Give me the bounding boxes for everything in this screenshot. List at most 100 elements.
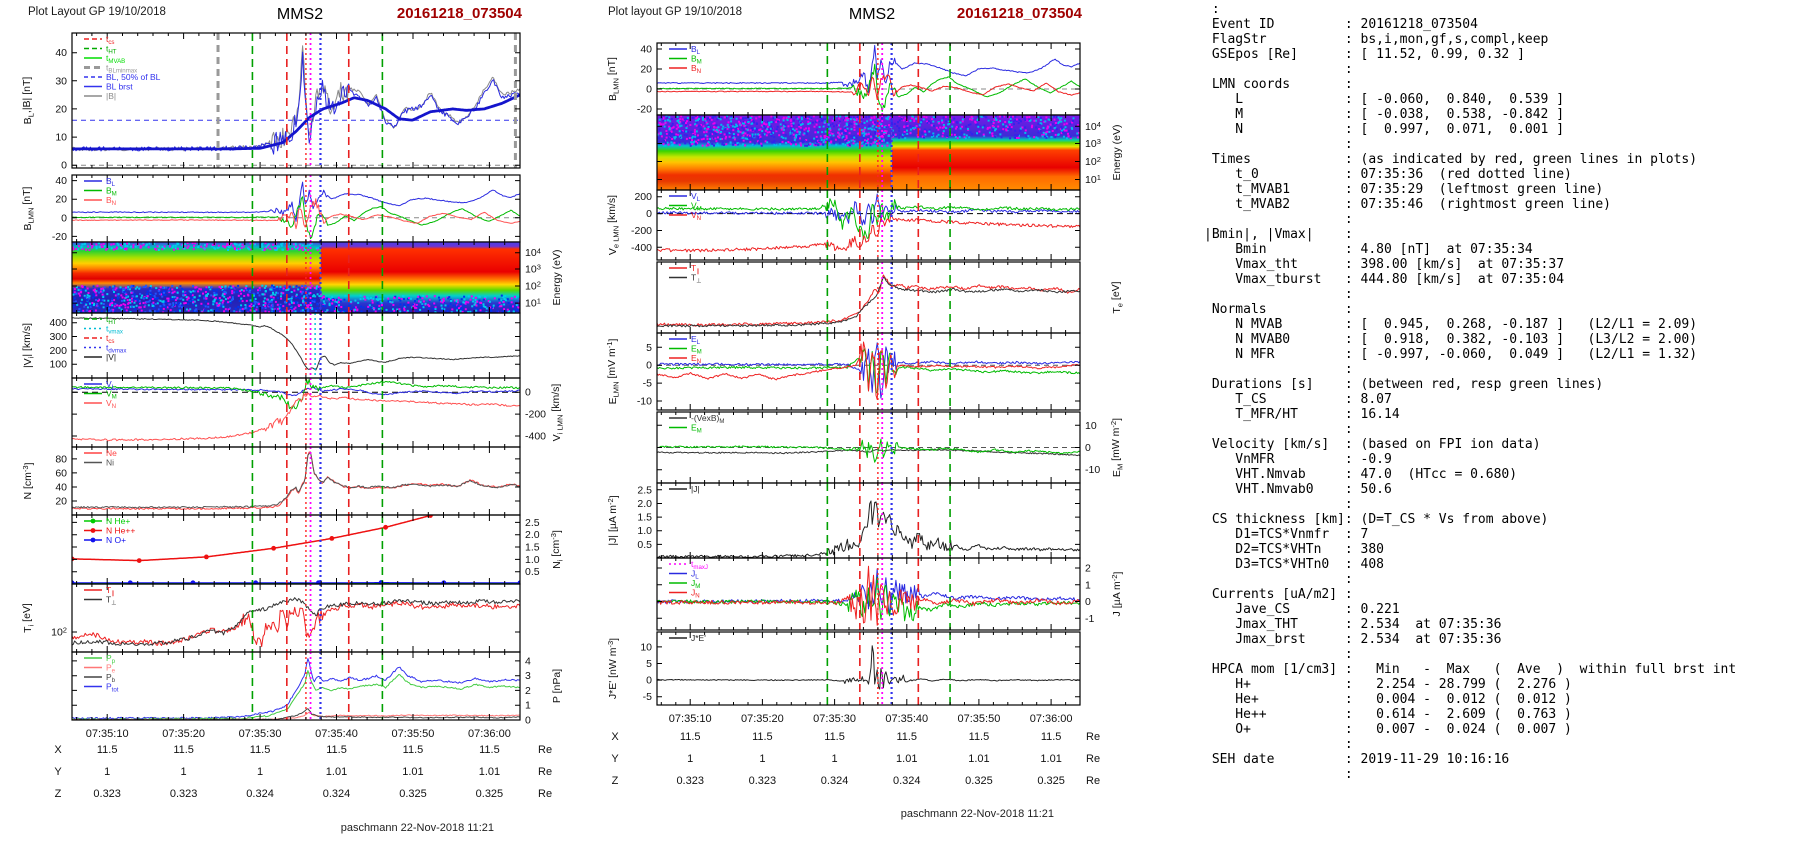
legend-label: |B| xyxy=(106,91,116,101)
ytick-label: 104 xyxy=(525,246,541,259)
series-Vmag xyxy=(72,317,520,371)
ytick-label: 0 xyxy=(525,715,531,727)
ephem-value: 1.01 xyxy=(479,766,500,778)
ytick-label: 0 xyxy=(1085,442,1091,454)
ytick-label: 2.5 xyxy=(525,517,540,529)
axis-label: Energy (eV) xyxy=(551,249,563,305)
ephem-value: 1 xyxy=(832,753,838,765)
legend-label: BL, 50% of BL xyxy=(106,72,161,82)
ephem-value: 0.324 xyxy=(821,775,849,787)
legend-label: BL brst xyxy=(106,82,133,92)
ephem-row-label: Y xyxy=(611,753,619,765)
ytick-label: 1.0 xyxy=(637,525,652,537)
axis-label: EM [mW m-2] xyxy=(1109,418,1124,477)
ytick-label: -200 xyxy=(525,409,546,421)
series-Ti-perp xyxy=(72,597,520,646)
ytick-label: 1.5 xyxy=(525,542,540,554)
panel-electron-spectrogram xyxy=(657,115,1080,190)
ytick-label: 0 xyxy=(1085,596,1091,608)
series-Ptot xyxy=(72,658,520,720)
ytick-label: 101 xyxy=(525,297,541,310)
ytick-label: 2.0 xyxy=(525,529,540,541)
series-Babs xyxy=(72,45,520,152)
ephem-value: 11.5 xyxy=(680,731,701,743)
panel-Vi-mag xyxy=(72,313,520,378)
credit-line: paschmann 22-Nov-2018 11:21 xyxy=(341,822,494,834)
ytick-label: 20 xyxy=(55,194,67,206)
ytick-label: 20 xyxy=(55,103,67,115)
axis-label: P [nPa] xyxy=(551,669,563,703)
time-tick-label: 07:35:10 xyxy=(86,728,129,740)
ephem-value: 11.5 xyxy=(752,731,773,743)
series-Jmag xyxy=(657,500,1080,558)
legend-label: N O+ xyxy=(106,535,126,545)
axis-label: J*E' [nW m-3] xyxy=(606,638,620,699)
ephem-unit: Re xyxy=(538,766,552,778)
time-tick-label: 07:36:00 xyxy=(468,728,511,740)
ytick-label: 1.0 xyxy=(525,554,540,566)
series-VN xyxy=(72,392,520,442)
series-JE xyxy=(657,645,1080,690)
ytick-label: -400 xyxy=(525,431,546,443)
panel-JdotE xyxy=(657,632,1080,705)
ephem-row-label: Z xyxy=(55,788,62,800)
ytick-label: 40 xyxy=(55,481,67,493)
time-tick-label: 07:35:40 xyxy=(315,728,358,740)
panel-J-LMN xyxy=(657,558,1080,630)
ytick-label: -10 xyxy=(637,396,652,408)
time-tick-label: 07:35:40 xyxy=(885,713,928,725)
ytick-label: 103 xyxy=(525,263,541,276)
ytick-label: 40 xyxy=(55,175,67,187)
ytick-label: 5 xyxy=(646,658,652,670)
series-VL xyxy=(72,386,520,397)
ephem-value: 11.5 xyxy=(896,731,917,743)
ytick-label: 80 xyxy=(55,453,67,465)
ephem-value: 0.323 xyxy=(170,788,198,800)
series-BM xyxy=(657,63,1080,112)
panel-Ti xyxy=(72,584,520,652)
event-info-panel: : Event ID : 20161218_073504 FlagStr : b… xyxy=(1204,2,1737,782)
series-N-He++ xyxy=(72,515,437,562)
ephem-value: 11.5 xyxy=(403,744,424,756)
ephem-unit: Re xyxy=(538,788,552,800)
ytick-label: 1 xyxy=(525,700,531,712)
ephem-value: 1 xyxy=(687,753,693,765)
ytick-label: 10 xyxy=(640,641,652,653)
axis-label: Energy (eV) xyxy=(1111,124,1123,180)
time-tick-label: 07:35:10 xyxy=(669,713,712,725)
panel-J-mag xyxy=(657,483,1080,558)
ephem-value: 0.323 xyxy=(749,775,777,787)
series-Te-par xyxy=(657,274,1080,327)
panel-N-density xyxy=(72,447,520,515)
legend-label: EM xyxy=(691,423,702,435)
panel-B-LMN xyxy=(72,175,520,242)
legend-label: N He+ xyxy=(106,516,130,526)
axis-label: Vi LMN [km/s] xyxy=(550,384,564,442)
legend-label: J*E' xyxy=(691,633,706,643)
ytick-label: 40 xyxy=(640,44,652,56)
panel-B-LMN xyxy=(657,43,1080,115)
ephem-value: 11.5 xyxy=(97,744,118,756)
ytick-label: 2 xyxy=(525,685,531,697)
axis-label: Ni [cm-3] xyxy=(549,530,564,569)
ytick-label: 0.5 xyxy=(637,539,652,551)
ephem-value: 0.325 xyxy=(1037,775,1065,787)
ephem-value: 0.325 xyxy=(476,788,504,800)
axis-label: BL,|B| [nT] xyxy=(21,77,35,125)
series-Te-perp xyxy=(657,276,1080,328)
ephem-unit: Re xyxy=(1086,775,1100,787)
series-Ni xyxy=(72,451,520,509)
axis-label: Te [eV] xyxy=(1110,281,1124,313)
ephem-value: 0.324 xyxy=(893,775,921,787)
ephem-value: 1 xyxy=(181,766,187,778)
ephem-value: 1.01 xyxy=(968,753,989,765)
time-tick-label: 07:36:00 xyxy=(1030,713,1073,725)
time-tick-label: 07:35:30 xyxy=(813,713,856,725)
ytick-label: 0 xyxy=(525,387,531,399)
ephem-value: 11.5 xyxy=(250,744,271,756)
ephem-value: 1.01 xyxy=(402,766,423,778)
ytick-label: 20 xyxy=(640,64,652,76)
ytick-label: 20 xyxy=(55,495,67,507)
ytick-label: -10 xyxy=(1085,464,1100,476)
series-Pp xyxy=(72,670,520,720)
